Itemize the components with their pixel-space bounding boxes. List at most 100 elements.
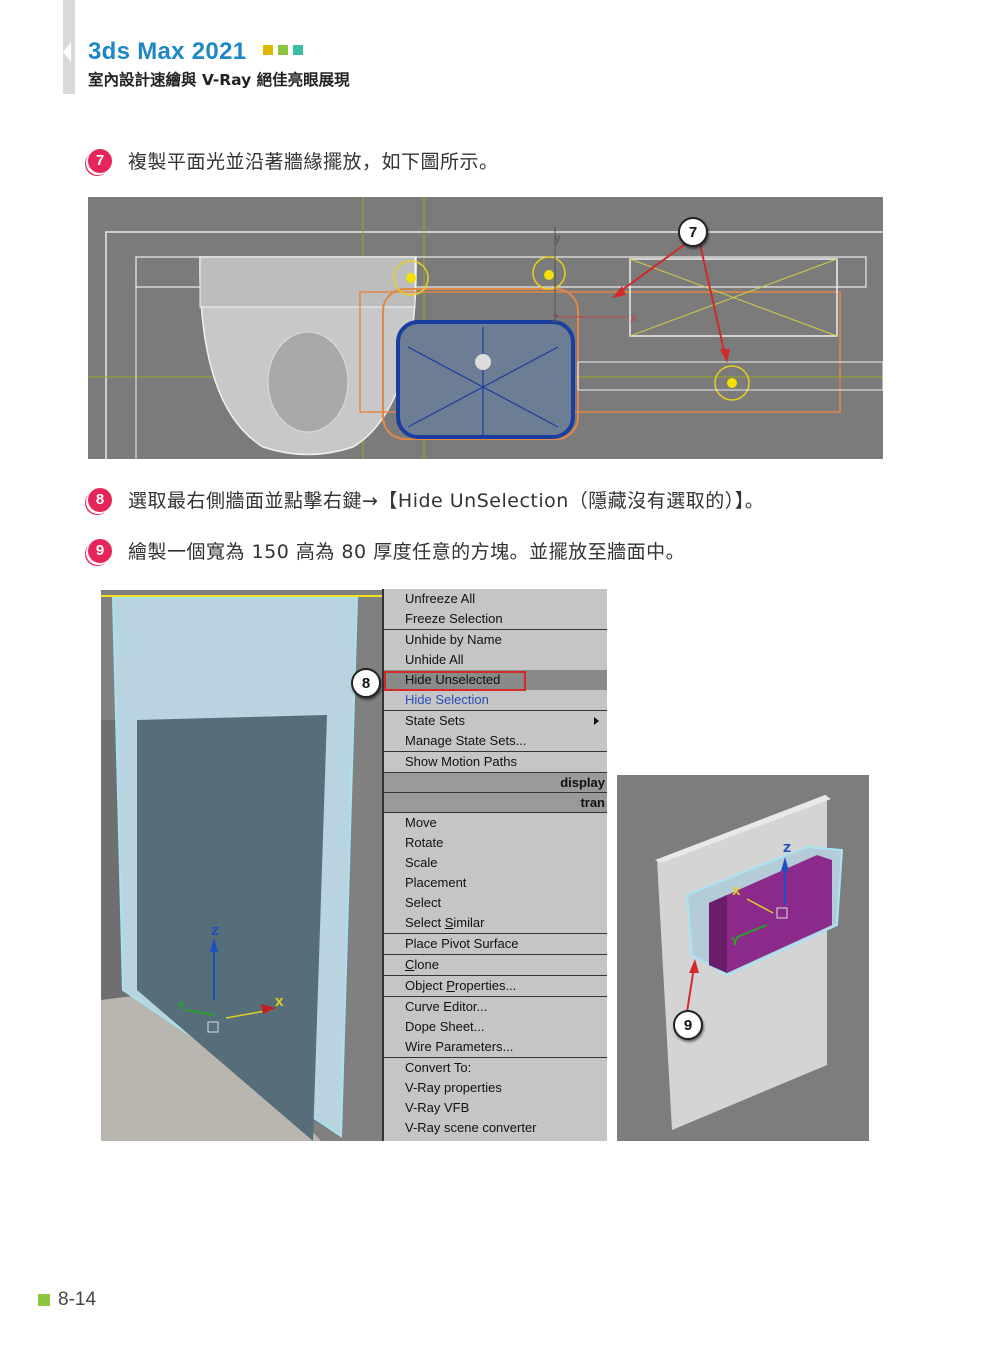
- gizmo-x-label: X: [732, 885, 741, 898]
- box-viewport-figure: Z Y X 9: [617, 775, 869, 1141]
- book-title-text: 3ds Max 2021: [88, 38, 247, 65]
- book-title: 3ds Max 2021: [88, 38, 304, 66]
- step-8: 8 選取最右側牆面並點擊右鍵→【Hide UnSelection（隱藏沒有選取的…: [88, 486, 764, 513]
- step-text: 選取最右側牆面並點擊右鍵→【Hide UnSelection（隱藏沒有選取的）】…: [128, 490, 765, 512]
- gizmo-z-label: Z: [211, 925, 219, 938]
- step-number-badge: 8: [88, 487, 112, 512]
- page-number-text: 8-14: [58, 1289, 97, 1310]
- menu-item-wire-parameters[interactable]: Wire Parameters...: [384, 1037, 607, 1057]
- menu-item-label: V-Ray VFB: [405, 1100, 470, 1115]
- menu-item-label: Manage State Sets...: [405, 733, 527, 748]
- menu-item-label: Rotate: [405, 835, 444, 850]
- menu-item-label: Curve Editor...: [405, 999, 488, 1014]
- sink-wireframe: [359, 288, 841, 440]
- highlight-box: [384, 671, 526, 691]
- menu-item-scale[interactable]: Scale: [384, 853, 607, 873]
- perspective-viewport-figure: Z Y X 8: [101, 590, 383, 1141]
- menu-item-label: Unhide All: [405, 652, 464, 667]
- callout-arrow-1: [617, 241, 689, 294]
- gizmo-z-label: Z: [783, 842, 791, 855]
- plane-light-2: [532, 256, 566, 290]
- menu-item-label: Unfreeze All: [405, 591, 476, 606]
- menu-item-label: Move: [405, 815, 437, 830]
- menu-item-label: Convert To:: [405, 1060, 472, 1075]
- menu-item-state-sets[interactable]: State Sets: [384, 711, 607, 731]
- menu-item-v-ray-scene-converter[interactable]: V-Ray scene converter: [384, 1118, 607, 1138]
- top-viewport-figure: y x z 7: [88, 197, 883, 459]
- header-notch: [63, 42, 71, 62]
- menu-item-label: Scale: [405, 855, 438, 870]
- z-axis-label: z: [552, 311, 558, 325]
- step-text: 繪製一個寬為 150 高為 80 厚度任意的方塊。並擺放至牆面中。: [128, 541, 686, 563]
- menu-item-label: Place Pivot Surface: [405, 936, 519, 951]
- callout-arrow-2: [699, 243, 726, 356]
- accent-square-green: [278, 44, 289, 55]
- accent-square-yellow: [263, 44, 274, 55]
- book-subtitle: 室內設計速繪與 V-Ray 絕佳亮眼展現: [88, 71, 350, 89]
- quad-context-menu: Unfreeze All Freeze Selection Unhide by Na…: [382, 589, 607, 1141]
- menu-item-label: V-Ray properties: [405, 1080, 502, 1095]
- menu-item-unhide-all[interactable]: Unhide All: [384, 650, 607, 670]
- menu-item-clone[interactable]: Clone: [384, 955, 607, 975]
- accent-square-teal: [293, 44, 304, 55]
- menu-item-manage-state-sets[interactable]: Manage State Sets...: [384, 731, 607, 751]
- step-9: 9 繪製一個寬為 150 高為 80 厚度任意的方塊。並擺放至牆面中。: [88, 537, 685, 564]
- menu-item-label: Freeze Selection: [405, 611, 503, 626]
- callout-arrowhead-2: [720, 349, 730, 363]
- step-text: 複製平面光並沿著牆緣擺放，如下圖所示。: [128, 151, 499, 173]
- y-axis-label: y: [554, 231, 561, 245]
- menu-header-tran: tran: [384, 793, 607, 812]
- box-viewport-drawing: Z Y X: [655, 795, 844, 1130]
- menu-item-label: Object Properties...: [405, 978, 517, 993]
- menu-item-label: Wire Parameters...: [405, 1039, 514, 1054]
- step-number-badge: 7: [88, 148, 112, 173]
- menu-item-place-pivot-surface[interactable]: Place Pivot Surface: [384, 934, 607, 954]
- menu-item-unhide-by-name[interactable]: Unhide by Name: [384, 630, 607, 650]
- menu-header-display: display: [384, 773, 607, 792]
- menu-item-placement[interactable]: Placement: [384, 873, 607, 893]
- x-axis-label: x: [630, 311, 637, 325]
- perspective-viewport-drawing: Z Y X: [101, 595, 383, 1141]
- menu-item-label: V-Ray scene converter: [405, 1120, 537, 1135]
- menu-item-select-similar[interactable]: Select Similar: [384, 913, 607, 933]
- callout-7: 7: [678, 217, 708, 247]
- menu-item-freeze-selection[interactable]: Freeze Selection: [384, 609, 607, 629]
- callout-9: 9: [673, 1010, 703, 1040]
- menu-item-show-motion-paths[interactable]: Show Motion Paths: [384, 752, 607, 772]
- callout-8: 8: [351, 668, 381, 698]
- menu-item-label: Select: [405, 895, 442, 910]
- menu-item-label: Select Similar: [405, 915, 485, 930]
- gizmo-y-label: Y: [730, 935, 740, 948]
- menu-item-label: Show Motion Paths: [405, 754, 518, 769]
- menu-item-curve-editor[interactable]: Curve Editor...: [384, 997, 607, 1017]
- menu-item-dope-sheet[interactable]: Dope Sheet...: [384, 1017, 607, 1037]
- menu-item-label: Clone: [405, 957, 439, 972]
- gizmo-x-label: X: [275, 996, 284, 1009]
- plane-light-3: [714, 365, 750, 401]
- menu-item-label: Hide Selection: [405, 692, 489, 707]
- menu-item-label: Dope Sheet...: [405, 1019, 485, 1034]
- top-viewport-drawing: y x z: [88, 197, 883, 459]
- menu-item-unfreeze-all[interactable]: Unfreeze All: [384, 589, 607, 609]
- menu-item-label: tran: [580, 795, 605, 810]
- gizmo-y-label: Y: [176, 1000, 186, 1013]
- box-cross: [629, 258, 838, 337]
- menu-item-object-properties[interactable]: Object Properties...: [384, 976, 607, 996]
- page-number: 8-14: [38, 1289, 96, 1311]
- menu-item-v-ray-properties[interactable]: V-Ray properties: [384, 1078, 607, 1098]
- menu-item-label: State Sets: [405, 713, 465, 728]
- submenu-arrow-icon: [594, 717, 599, 725]
- page-number-square: [38, 1294, 50, 1306]
- menu-item-hide-selection[interactable]: Hide Selection: [384, 690, 607, 710]
- menu-item-select[interactable]: Select: [384, 893, 607, 913]
- step-7: 7 複製平面光並沿著牆緣擺放，如下圖所示。: [88, 147, 499, 174]
- purple-box-side: [709, 895, 727, 973]
- step-number-badge: 9: [88, 538, 112, 563]
- menu-item-v-ray-vfb[interactable]: V-Ray VFB: [384, 1098, 607, 1118]
- menu-item-label: display: [560, 775, 605, 790]
- menu-item-rotate[interactable]: Rotate: [384, 833, 607, 853]
- menu-item-move[interactable]: Move: [384, 813, 607, 833]
- menu-item-label: Unhide by Name: [405, 632, 502, 647]
- menu-item-label: Placement: [405, 875, 467, 890]
- menu-item-convert-to[interactable]: Convert To:: [384, 1058, 607, 1078]
